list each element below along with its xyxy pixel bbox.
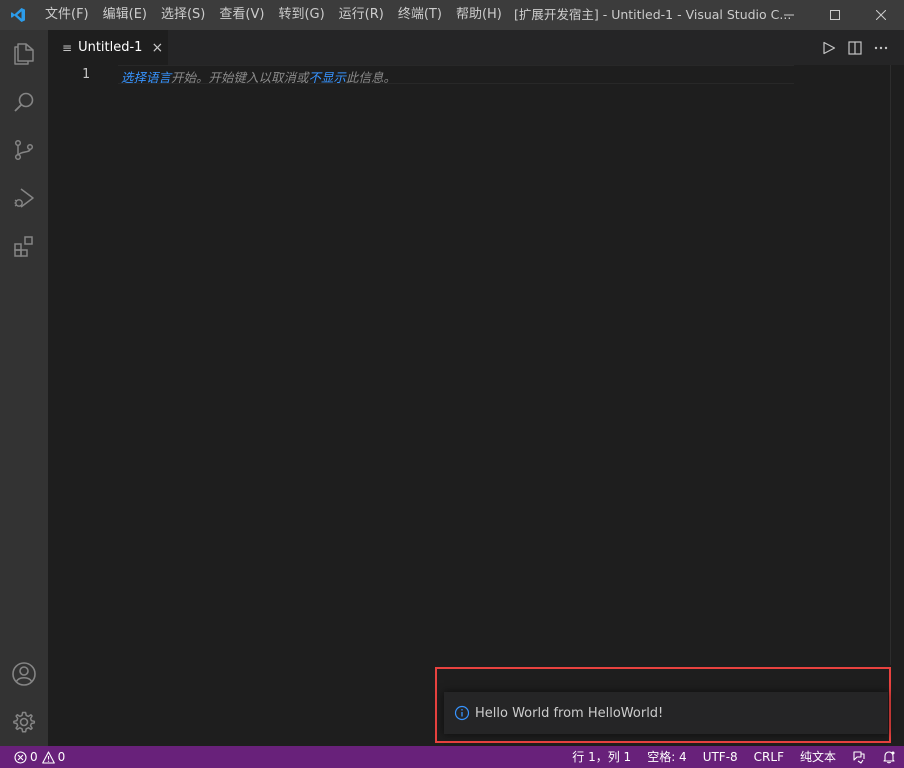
run-debug-icon[interactable] xyxy=(0,174,48,222)
error-icon xyxy=(14,750,27,764)
notification-message: Hello World from HelloWorld! xyxy=(475,705,664,721)
close-window-button[interactable] xyxy=(858,0,904,30)
explorer-icon[interactable] xyxy=(0,30,48,78)
tab-close-icon[interactable]: × xyxy=(151,40,163,56)
maximize-icon xyxy=(830,10,840,20)
feedback-icon[interactable] xyxy=(844,746,874,768)
cursor-position[interactable]: 行 1，列 1 xyxy=(564,746,639,768)
menu-selection[interactable]: 选择(S) xyxy=(154,0,212,30)
source-control-icon[interactable] xyxy=(0,126,48,174)
warning-icon xyxy=(41,750,55,764)
window-controls xyxy=(766,0,904,30)
close-icon xyxy=(876,10,886,20)
menu-terminal[interactable]: 终端(T) xyxy=(391,0,449,30)
status-bar: 0 0 行 1，列 1 空格: 4 UTF-8 CRLF 纯文本 xyxy=(0,746,904,768)
notifications-bell-icon[interactable] xyxy=(874,746,904,768)
line-number: 1 xyxy=(82,67,90,82)
info-icon xyxy=(454,705,470,721)
settings-gear-icon[interactable] xyxy=(0,698,48,746)
error-count: 0 xyxy=(30,750,38,764)
vscode-logo-icon xyxy=(0,0,36,30)
indentation[interactable]: 空格: 4 xyxy=(639,746,695,768)
tab-bar: ≡ Untitled-1 × xyxy=(48,30,904,65)
dont-show-link[interactable]: 不显示 xyxy=(309,70,347,85)
menu-file[interactable]: 文件(F) xyxy=(38,0,96,30)
tab-untitled-1[interactable]: ≡ Untitled-1 × xyxy=(48,30,168,65)
end-of-line[interactable]: CRLF xyxy=(746,746,792,768)
problems-indicator[interactable]: 0 0 xyxy=(0,746,65,768)
tab-label: Untitled-1 xyxy=(78,40,143,55)
hint-text-1: 开始。开始键入以取消或 xyxy=(171,70,309,85)
select-language-link[interactable]: 选择语言 xyxy=(121,70,171,85)
empty-editor-hint: 选择语言开始。开始键入以取消或不显示此信息。 xyxy=(121,67,396,86)
search-icon[interactable] xyxy=(0,78,48,126)
window-title: [扩展开发宿主] - Untitled-1 - Visual Studio C.… xyxy=(514,7,792,22)
vertical-scrollbar[interactable] xyxy=(890,65,891,665)
minimize-button[interactable] xyxy=(766,0,812,30)
editor-area: ≡ Untitled-1 × 1 选择语言开始。开始键入以取消或不显示此信息。 xyxy=(48,30,904,746)
extensions-icon[interactable] xyxy=(0,222,48,270)
more-actions-icon[interactable] xyxy=(868,35,894,61)
notification-toast[interactable]: Hello World from HelloWorld! xyxy=(444,692,888,734)
title-bar: 文件(F) 编辑(E) 选择(S) 查看(V) 转到(G) 运行(R) 终端(T… xyxy=(0,0,904,30)
menu-bar: 文件(F) 编辑(E) 选择(S) 查看(V) 转到(G) 运行(R) 终端(T… xyxy=(38,0,509,30)
split-editor-icon[interactable] xyxy=(842,35,868,61)
warning-count: 0 xyxy=(57,750,66,764)
menu-run[interactable]: 运行(R) xyxy=(332,0,391,30)
file-lines-icon: ≡ xyxy=(62,40,73,55)
hint-text-2: 此信息。 xyxy=(346,70,397,85)
account-icon[interactable] xyxy=(0,650,48,698)
run-file-icon[interactable] xyxy=(816,35,842,61)
language-mode[interactable]: 纯文本 xyxy=(792,746,844,768)
menu-go[interactable]: 转到(G) xyxy=(271,0,331,30)
status-bar-right: 行 1，列 1 空格: 4 UTF-8 CRLF 纯文本 xyxy=(564,746,904,768)
minimize-icon xyxy=(784,14,794,16)
encoding[interactable]: UTF-8 xyxy=(695,746,746,768)
menu-help[interactable]: 帮助(H) xyxy=(449,0,509,30)
menu-view[interactable]: 查看(V) xyxy=(212,0,271,30)
activity-bar xyxy=(0,30,48,746)
menu-edit[interactable]: 编辑(E) xyxy=(96,0,154,30)
editor-actions xyxy=(816,30,894,65)
maximize-button[interactable] xyxy=(812,0,858,30)
